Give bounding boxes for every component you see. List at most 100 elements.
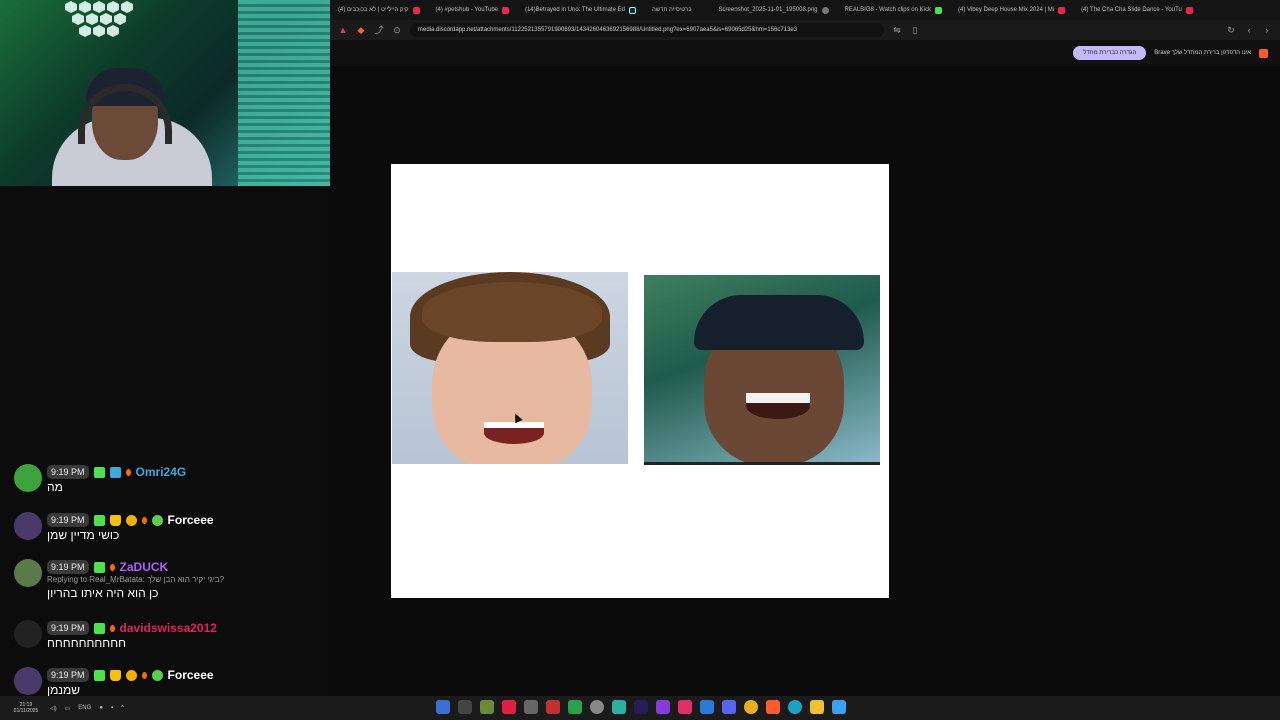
avatar[interactable]	[14, 512, 42, 540]
settings-icon[interactable]	[590, 700, 604, 714]
k-badge-icon	[93, 669, 105, 681]
mic-icon[interactable]: ●	[99, 705, 103, 711]
tray-expand-icon[interactable]: ^	[121, 705, 124, 711]
webcam-feed	[0, 0, 330, 186]
address-bar-row: ▲ ◆ ⤴ ⊙ media.discordapp.net/attachments…	[330, 20, 1280, 40]
avatar[interactable]	[14, 620, 42, 648]
language-indicator[interactable]: ENG	[78, 705, 91, 711]
browser-tab[interactable]: כרטיסייה חדשה	[644, 0, 711, 20]
avatar[interactable]	[14, 559, 42, 587]
message-text: שמנמן	[47, 683, 81, 696]
chat-panel: 9:19 PM Omri24G מה 9:19 PM Forceee כושי מדיין…	[0, 186, 330, 696]
message-time: 9:19 PM	[47, 465, 89, 479]
browser-tab[interactable]: REALBIG8 - Watch clips on Kick	[837, 0, 950, 20]
k-badge-icon	[93, 466, 105, 478]
app-icon-9[interactable]	[612, 700, 626, 714]
app-icon-3[interactable]	[480, 700, 494, 714]
taskbar-clock[interactable]: 21:19 01/11/2025	[6, 702, 46, 714]
browser-tab[interactable]: (14)Betrayed in Uno: The Ultimate Ed	[517, 0, 644, 20]
system-tray: ◁) ▭ ENG ● ▪ ^	[50, 705, 124, 712]
brave-rewards-icon[interactable]: ◆	[356, 25, 366, 35]
blue-badge-icon	[109, 466, 121, 478]
drop-badge-icon	[109, 624, 115, 632]
translate-icon[interactable]: ⇋	[892, 25, 902, 35]
message-meta: 9:19 PM Forceee	[47, 667, 214, 683]
share-icon[interactable]: ⤴	[374, 25, 384, 35]
message-meta: 9:19 PM Omri24G	[47, 464, 186, 480]
browser-tab[interactable]: (4) The Cha Cha Slide Dance - YouTu	[1073, 0, 1201, 20]
app-icon-6[interactable]	[546, 700, 560, 714]
file-explorer-icon[interactable]	[810, 700, 824, 714]
message-meta: 9:19 PM Forceee	[47, 512, 214, 528]
discord-icon[interactable]	[722, 700, 736, 714]
username[interactable]: ZaDUCK	[120, 560, 169, 574]
youtube-icon	[412, 6, 420, 14]
streamer-snapshot-photo	[644, 275, 880, 465]
drop-badge-icon	[141, 516, 147, 524]
k-badge-icon	[93, 561, 105, 573]
gold-badge-icon	[125, 514, 137, 526]
default-browser-infobar: הגדרה כברירת מחדל Brave אינו הדפדפן בריר…	[330, 40, 1280, 66]
username[interactable]: Forceee	[168, 668, 214, 682]
avatar[interactable]	[14, 667, 42, 695]
tab-label: (4) The Cha Cha Slide Dance - YouTu	[1081, 7, 1182, 13]
kick-icon	[934, 6, 942, 14]
snapshot-beanie	[694, 295, 864, 350]
tab-label: Screenshot_2025-11-01_195008.png	[718, 7, 818, 13]
taskbar: 21:19 01/11/2025 ◁) ▭ ENG ● ▪ ^	[0, 696, 1280, 720]
volume-icon[interactable]: ◁)	[50, 705, 57, 712]
drop-badge-icon	[125, 468, 131, 476]
app-icon-4[interactable]	[502, 700, 516, 714]
snapshot-mouth	[746, 393, 810, 419]
kid-mouth	[484, 422, 544, 444]
set-default-button[interactable]: הגדרה כברירת מחדל	[1073, 46, 1147, 60]
tray-app-icon[interactable]: ▪	[111, 705, 113, 711]
k-badge-icon	[93, 514, 105, 526]
app-icon-5[interactable]	[524, 700, 538, 714]
app-icon-11[interactable]	[656, 700, 670, 714]
reply-reference[interactable]: Replying to Real_MrBatata: ביגי יקיר הוא…	[47, 575, 224, 584]
username[interactable]: Forceee	[168, 513, 214, 527]
drop-badge-icon	[141, 671, 147, 679]
edge-icon[interactable]	[788, 700, 802, 714]
url-input[interactable]: media.discordapp.net/attachments/1122521…	[410, 23, 884, 37]
brave-icon[interactable]	[766, 700, 780, 714]
username[interactable]: Omri24G	[136, 465, 187, 479]
app-icon-7[interactable]	[568, 700, 582, 714]
browser-tab[interactable]: (4) Vibey Deep House Mix 2024 | Mi	[950, 0, 1073, 20]
forward-icon[interactable]: ›	[1262, 25, 1272, 35]
message-time: 9:19 PM	[47, 560, 89, 574]
avatar[interactable]	[14, 464, 42, 492]
browser-tab[interactable]: (4) #petshub - YouTube	[428, 0, 518, 20]
window-blinds	[238, 0, 330, 186]
app-icon-1[interactable]	[436, 700, 450, 714]
message-meta: 9:19 PM davidswissa2012	[47, 620, 217, 636]
browser-tab[interactable]: קיק היילייט | לא בכוכבים (4)	[330, 0, 428, 20]
app-icon-12[interactable]	[678, 700, 692, 714]
clock-date: 01/11/2025	[13, 708, 39, 714]
app-icon-2[interactable]	[458, 700, 472, 714]
windows-start-icon[interactable]	[832, 700, 846, 714]
chrome-icon[interactable]	[744, 700, 758, 714]
premiere-icon[interactable]	[634, 700, 648, 714]
displayed-image	[391, 164, 889, 598]
tab-label: (4) Vibey Deep House Mix 2024 | Mi	[957, 7, 1055, 13]
message-time: 9:19 PM	[47, 668, 89, 682]
app-icon-13[interactable]	[700, 700, 714, 714]
tiktok-icon	[628, 6, 636, 14]
username[interactable]: davidswissa2012	[120, 621, 217, 635]
crown-badge-icon	[109, 669, 121, 681]
taskbar-apps	[436, 700, 846, 714]
message-text: כן הוא היה איתו בהריון	[47, 586, 159, 600]
message-time: 9:19 PM	[47, 513, 89, 527]
infobar-message: Brave אינו הדפדפן ברירת המחדל שלך	[1154, 50, 1251, 56]
back-icon[interactable]: ‹	[1244, 25, 1254, 35]
tab-label: REALBIG8 - Watch clips on Kick	[844, 7, 931, 13]
reload-icon[interactable]: ↻	[1226, 25, 1236, 35]
network-icon[interactable]: ▭	[65, 705, 71, 712]
browser-tab[interactable]: Screenshot_2025-11-01_195008.png	[711, 0, 837, 20]
tab-label: כרטיסייה חדשה	[651, 7, 692, 13]
gold-badge-icon	[125, 669, 137, 681]
brave-shield-icon[interactable]: ▲	[338, 25, 348, 35]
bookmark-icon[interactable]: ▯	[910, 25, 920, 35]
